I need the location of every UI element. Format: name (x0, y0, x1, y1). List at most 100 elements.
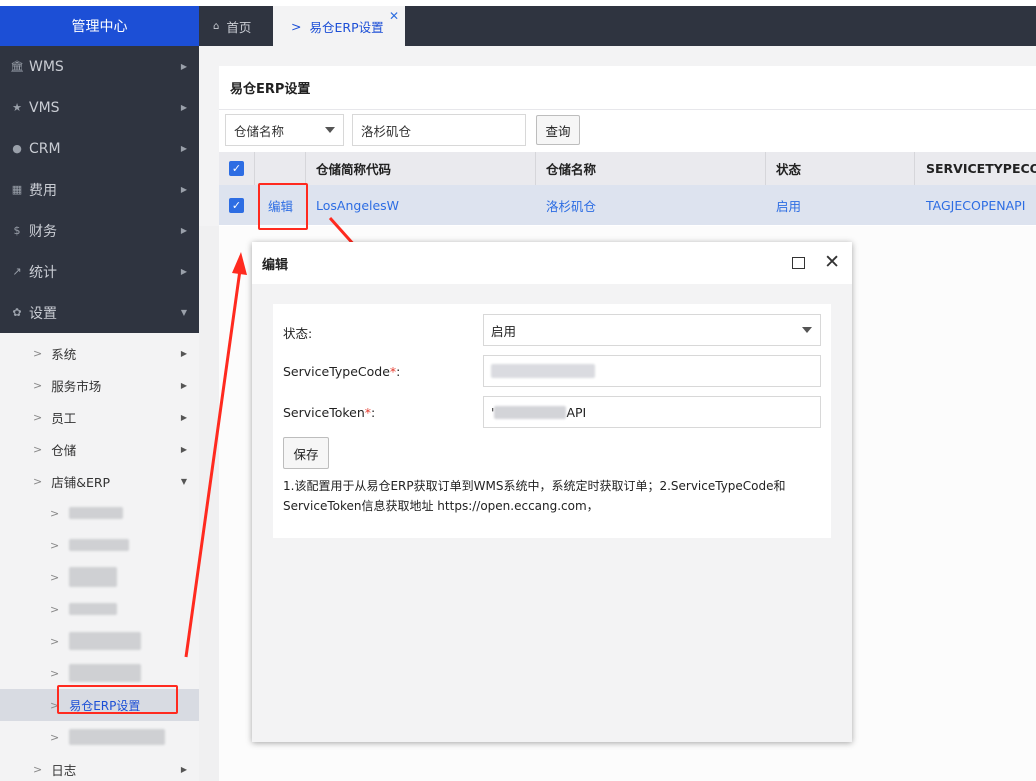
grid-icon: ▦ (11, 183, 23, 196)
caret-right-icon: ▶ (180, 185, 187, 194)
submenu-item-market[interactable]: > 服务市场 ▶ (0, 369, 199, 401)
maximize-icon[interactable] (792, 257, 805, 269)
caret-down-icon (325, 127, 335, 133)
submenu-label: 员工 (51, 410, 77, 426)
sidebar-item-wms[interactable]: 🏛 WMS ▶ (0, 46, 199, 87)
submenu-leaf[interactable]: > (0, 561, 199, 593)
chevron-right-icon: > (50, 666, 60, 680)
page-title: 易仓ERP设置 (219, 66, 1036, 110)
submenu-label: 系统 (51, 346, 77, 362)
submenu-item-system[interactable]: > 系统 ▶ (0, 337, 199, 369)
redacted-label (69, 603, 118, 615)
submenu-leaf[interactable]: > (0, 529, 199, 561)
close-icon[interactable]: ✕ (824, 251, 840, 273)
caret-right-icon: ▶ (180, 62, 187, 71)
filter-value-input[interactable]: 洛杉矶仓 (352, 114, 526, 146)
servicetypecode-input[interactable] (483, 355, 821, 387)
chevron-right-icon: > (50, 602, 60, 616)
caret-right-icon: ▶ (180, 267, 187, 276)
redacted-label (69, 507, 124, 519)
redacted-value (494, 405, 567, 419)
header-status: 状态 (776, 162, 802, 177)
caret-right-icon: ▶ (180, 103, 187, 112)
submenu-item-staff[interactable]: > 员工 ▶ (0, 401, 199, 433)
redacted-value (491, 364, 595, 378)
save-button[interactable]: 保存 (283, 437, 329, 469)
submenu-leaf[interactable]: > (0, 625, 199, 657)
sidebar-item-settings[interactable]: ✿ 设置 ▼ (0, 292, 199, 333)
select-value: 启用 (491, 323, 517, 339)
sidebar-item-label: VMS (29, 99, 60, 116)
select-value: 仓储名称 (234, 123, 285, 139)
filter-field-select[interactable]: 仓储名称 (225, 114, 344, 146)
sidebar-item-finance[interactable]: $ 财务 ▶ (0, 210, 199, 251)
close-icon[interactable]: ✕ (389, 9, 399, 23)
row-checkbox[interactable]: ✓ (229, 197, 244, 213)
select-all-cell: ✓ (229, 152, 244, 185)
annotation-box-edit (258, 183, 308, 230)
chevron-right-icon: > (50, 570, 60, 584)
caret-down-icon (802, 327, 812, 333)
column-divider (765, 152, 766, 185)
label-colon: : (371, 405, 376, 420)
caret-down-icon: ▼ (180, 476, 187, 486)
chevron-right-icon: > (33, 474, 43, 488)
submenu-label: 店铺&ERP (51, 474, 111, 490)
sidebar-item-label: 设置 (29, 305, 57, 322)
label-text: ServiceTypeCode (283, 364, 390, 379)
sidebar-title: 管理中心 (0, 6, 199, 46)
column-divider (305, 152, 306, 185)
chevron-right-icon: > (50, 634, 60, 648)
help-note: 1.该配置用于从易仓ERP获取订单到WMS系统中，系统定时获取订单；2.Serv… (283, 479, 786, 513)
submenu-item-log[interactable]: > 日志 ▶ (0, 753, 199, 781)
cell-status: 启用 (776, 198, 802, 214)
sidebar-item-label: 统计 (29, 264, 57, 281)
home-icon: ⌂ (213, 20, 220, 32)
chevron-right-icon: > (33, 442, 43, 456)
submenu-item-warehouse[interactable]: > 仓储 ▶ (0, 433, 199, 465)
query-button[interactable]: 查询 (536, 115, 580, 145)
star-icon: ★ (12, 101, 22, 114)
sidebar-item-vms[interactable]: ★ VMS ▶ (0, 87, 199, 128)
sidebar-item-label: WMS (29, 58, 64, 75)
redacted-label (69, 539, 130, 551)
chevron-right-icon: > (33, 410, 43, 424)
warehouse-table: ✓ 仓储简称代码 仓储名称 状态 SERVICETYPECO ✓ 编辑 LosA… (219, 152, 1036, 225)
status-select[interactable]: 启用 (483, 314, 821, 346)
sidebar-item-fees[interactable]: ▦ 费用 ▶ (0, 169, 199, 210)
tab-eccang-erp[interactable]: > 易仓ERP设置 ✕ (273, 6, 405, 46)
caret-right-icon: ▶ (180, 444, 187, 454)
chevron-right-icon: > (291, 18, 302, 34)
label-colon: : (396, 364, 401, 379)
submenu-leaf[interactable]: > (0, 721, 199, 753)
servicetoken-input[interactable]: ' API (483, 396, 821, 428)
chart-icon: ↗ (12, 265, 22, 278)
sidebar-item-stats[interactable]: ↗ 统计 ▶ (0, 251, 199, 292)
table-row: ✓ 编辑 LosAngelesW 洛杉矶仓 启用 TAGJECOPENAPI (219, 185, 1036, 225)
redacted-label (69, 632, 142, 650)
caret-right-icon: ▶ (180, 764, 187, 774)
table-header: ✓ 仓储简称代码 仓储名称 状态 SERVICETYPECO (219, 152, 1036, 185)
header-servicetype: SERVICETYPECO (926, 161, 1036, 176)
gear-icon: ✿ (12, 306, 22, 319)
submenu-leaf[interactable]: > (0, 497, 199, 529)
cell-code: LosAngelesW (316, 197, 400, 213)
edit-modal: 编辑 ✕ 状态: 启用 ServiceTypeCode*: ServiceTok… (252, 242, 852, 742)
filter-bar: 仓储名称 洛杉矶仓 查询 (225, 114, 580, 146)
submenu-leaf[interactable]: > (0, 593, 199, 625)
sidebar-item-label: CRM (29, 140, 61, 157)
select-all-checkbox[interactable]: ✓ (229, 161, 244, 176)
bank-icon: 🏛 (10, 60, 24, 73)
caret-down-icon: ▼ (180, 308, 187, 317)
sidebar-item-crm[interactable]: ● CRM ▶ (0, 128, 199, 169)
redacted-label (69, 729, 166, 745)
cell-name: 洛杉矶仓 (546, 198, 597, 214)
tab-home[interactable]: ⌂ 首页 (199, 6, 273, 46)
submenu-item-store-erp[interactable]: > 店铺&ERP ▼ (0, 465, 199, 497)
caret-right-icon: ▶ (180, 412, 187, 422)
redacted-label (69, 567, 118, 587)
column-divider (914, 152, 915, 185)
modal-body: 状态: 启用 ServiceTypeCode*: ServiceToken*: … (252, 284, 852, 742)
status-label: 状态: (283, 326, 313, 341)
tab-label: 易仓ERP设置 (309, 19, 384, 35)
